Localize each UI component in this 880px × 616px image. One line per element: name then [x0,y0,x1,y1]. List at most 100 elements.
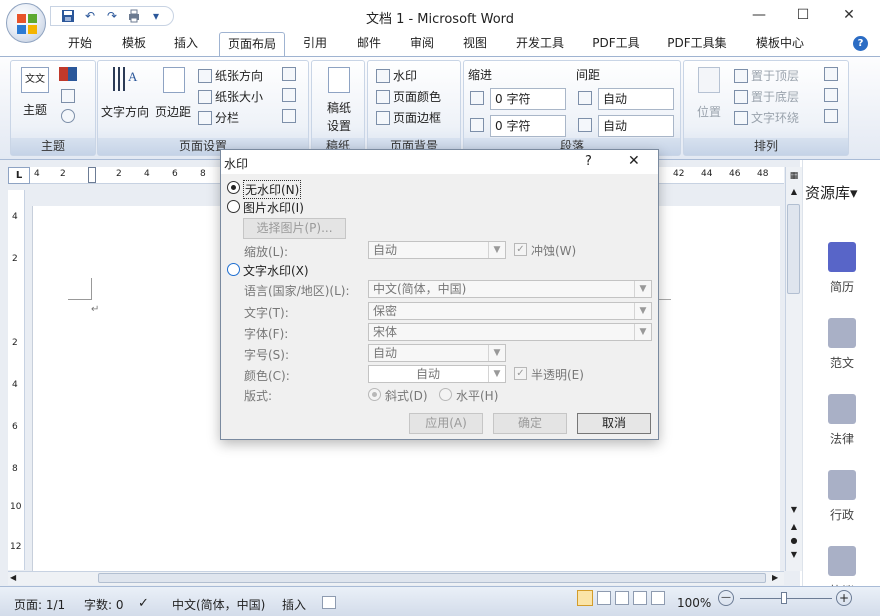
language-status[interactable]: 中文(简体，中国) [172,596,265,613]
dialog-close-button[interactable]: ✕ [628,153,640,169]
prev-page-icon[interactable]: ▲ [789,522,799,531]
tab-page-layout[interactable]: 页面布局 [219,32,285,57]
word-count[interactable]: 字数: 0 [84,596,124,613]
zoom-slider-thumb[interactable] [781,592,787,604]
tab-insert[interactable]: 插入 [168,32,204,56]
watermark-button[interactable]: 水印 [376,67,417,84]
draft-settings-button-line2[interactable]: 设置 [327,117,351,134]
page-border-button[interactable]: 页面边框 [376,109,441,126]
zoom-in-button[interactable]: + [836,590,852,606]
outline-view-icon[interactable] [633,591,647,605]
tab-home[interactable]: 开始 [62,32,98,56]
spacing-after-spinner[interactable]: 自动 [598,115,674,137]
semitransparent-checkbox[interactable]: ✓ [514,367,527,380]
indent-left-spinner[interactable]: 0 字符 [490,88,566,110]
tab-pdf-toolset[interactable]: PDF工具集 [664,32,730,56]
language-select[interactable]: 中文(简体，中国) ▼ [368,280,652,298]
next-page-icon[interactable]: ▼ [789,550,799,559]
line-numbers-icon[interactable] [282,88,296,102]
washout-checkbox[interactable]: ✓ [514,243,527,256]
sidebar-item-agreement[interactable]: 协议 [803,546,880,586]
tab-developer[interactable]: 开发工具 [510,32,570,56]
horizontal-scroll-thumb[interactable] [98,573,766,583]
sidebar-item-law[interactable]: 法律 [803,394,880,447]
resource-library-title[interactable]: 资源库▾ [805,182,858,203]
orientation-button[interactable]: 纸张方向 [198,67,263,84]
align-icon[interactable] [824,67,838,81]
cancel-button[interactable]: 取消 [577,413,651,434]
spacing-before-spinner[interactable]: 自动 [598,88,674,110]
scroll-left-icon[interactable]: ◀ [10,573,16,582]
zoom-out-button[interactable]: — [718,590,734,606]
web-layout-icon[interactable] [615,591,629,605]
draft-settings-button[interactable]: 稿纸 [327,99,351,116]
text-select[interactable]: 保密 ▼ [368,302,652,320]
horizontal-radio[interactable] [439,388,452,401]
scroll-up-icon[interactable]: ▲ [789,187,799,196]
draft-view-icon[interactable] [651,591,665,605]
vertical-scroll-thumb[interactable] [787,204,800,294]
tab-mailings[interactable]: 邮件 [351,32,387,56]
theme-button[interactable]: 主题 [23,101,47,118]
sidebar-item-admin[interactable]: 行政 [803,470,880,523]
tab-selector-button[interactable]: L [8,167,30,184]
theme-colors-icon[interactable] [59,67,77,81]
vertical-ruler[interactable]: 4 2 2 4 6 8 10 12 [8,190,25,570]
no-watermark-label[interactable]: 无水印(N) [243,180,302,199]
minimize-button[interactable]: — [736,0,782,30]
ruler-toggle-icon[interactable]: ▦ [788,169,800,183]
diagonal-radio[interactable] [368,388,381,401]
sidebar-item-resume[interactable]: 简历 [803,242,880,295]
zoom-level[interactable]: 100% [677,596,711,610]
scroll-down-icon[interactable]: ▼ [789,505,799,514]
print-layout-icon[interactable] [577,590,593,606]
breaks-icon[interactable] [282,67,296,81]
page-count[interactable]: 页面: 1/1 [14,596,65,613]
bring-front-button[interactable]: 置于顶层 [734,67,799,84]
scroll-right-icon[interactable]: ▶ [772,573,778,582]
no-watermark-radio[interactable] [227,181,240,194]
tab-pdf-tools[interactable]: PDF工具 [588,32,644,56]
tab-review[interactable]: 审阅 [404,32,440,56]
apply-button[interactable]: 应用(A) [409,413,483,434]
theme-fonts-icon[interactable] [61,89,75,103]
picture-watermark-radio[interactable] [227,200,240,213]
sidebar-item-essay[interactable]: 范文 [803,318,880,371]
spellcheck-icon[interactable]: ✓ [138,596,149,611]
group-icon[interactable] [824,88,838,102]
hyphenation-icon[interactable] [282,109,296,123]
text-watermark-radio[interactable] [227,263,240,276]
wrap-text-button[interactable]: 文字环绕 [734,109,799,126]
help-icon[interactable]: ? [853,36,868,51]
size-select[interactable]: 自动 ▼ [368,344,506,362]
rotate-icon[interactable] [824,109,838,123]
tab-templates[interactable]: 模板 [116,32,152,56]
tab-references[interactable]: 引用 [297,32,333,56]
office-button[interactable] [6,3,46,43]
picture-watermark-label[interactable]: 图片水印(I) [243,199,304,216]
tab-view[interactable]: 视图 [457,32,493,56]
macro-record-icon[interactable] [322,596,336,609]
tab-template-center[interactable]: 模板中心 [750,32,810,56]
font-select[interactable]: 宋体 ▼ [368,323,652,341]
browse-object-icon[interactable]: ● [789,536,799,545]
text-watermark-label[interactable]: 文字水印(X) [243,262,309,279]
position-button[interactable]: 位置 [697,103,721,120]
page-color-button[interactable]: 页面颜色 [376,88,441,105]
maximize-button[interactable]: ☐ [780,0,826,30]
close-button[interactable]: ✕ [826,0,872,30]
reading-layout-icon[interactable] [597,591,611,605]
insert-mode[interactable]: 插入 [282,596,306,613]
send-back-button[interactable]: 置于底层 [734,88,799,105]
theme-effects-icon[interactable] [61,109,75,123]
indent-marker-icon[interactable] [88,167,96,183]
margins-button[interactable]: 页边距 [155,103,191,120]
dialog-help-button[interactable]: ? [585,154,592,169]
text-direction-button[interactable]: 文字方向 [101,103,149,120]
columns-button[interactable]: 分栏 [198,109,239,126]
size-button[interactable]: 纸张大小 [198,88,263,105]
color-select[interactable]: 自动 ▼ [368,365,506,383]
indent-right-spinner[interactable]: 0 字符 [490,115,566,137]
select-picture-button[interactable]: 选择图片(P)... [243,218,346,239]
scale-select[interactable]: 自动 ▼ [368,241,506,259]
